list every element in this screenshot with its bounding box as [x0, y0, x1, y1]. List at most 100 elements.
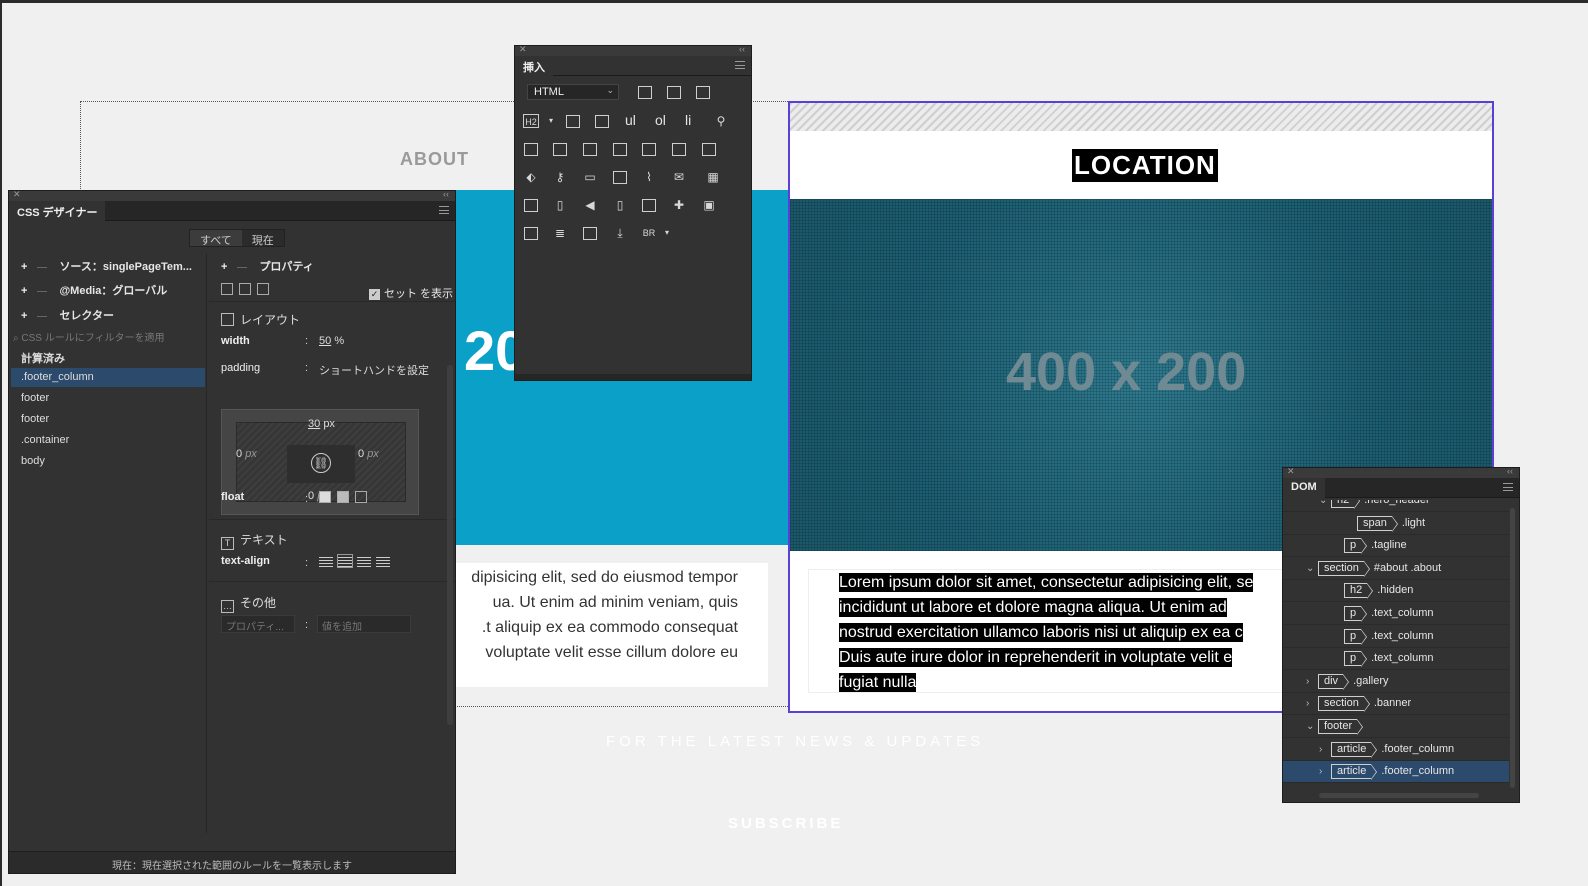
chevron-down-icon[interactable]: ▾ [659, 226, 675, 240]
panel-titlebar[interactable]: ✕ ‹‹ [1283, 466, 1519, 478]
padding-left-value[interactable]: 0 px [236, 448, 257, 460]
selector-filter-input[interactable]: ⌕ CSS ルールにフィルターを適用 [13, 329, 203, 345]
navigation-icon[interactable] [552, 142, 568, 156]
remove-selector-icon[interactable] [37, 315, 48, 317]
image-icon[interactable] [666, 85, 682, 99]
script-icon[interactable] [637, 85, 653, 99]
script-file-icon[interactable]: ⌇ [641, 170, 657, 184]
checkbox-checked-icon[interactable]: ✓ [369, 289, 380, 300]
text-category-icon[interactable] [239, 283, 251, 296]
expand-toggle-icon[interactable]: › [1319, 766, 1331, 777]
scrollbar[interactable] [447, 365, 453, 725]
float-right-icon[interactable] [337, 491, 349, 504]
dom-tree-row[interactable]: › section .banner [1283, 693, 1509, 716]
dom-tree-row[interactable]: ⌄ footer [1283, 716, 1509, 738]
width-unit[interactable]: % [334, 335, 344, 347]
list-item-icon[interactable]: li [685, 112, 691, 128]
padding-shorthand[interactable]: ショートハンドを設定 [319, 362, 429, 378]
sources-row[interactable]: + ソース：singlePageTem... [21, 258, 192, 274]
padding-top-value[interactable]: 30 px [308, 418, 335, 430]
remove-source-icon[interactable] [37, 266, 48, 268]
align-left-icon[interactable] [319, 555, 333, 568]
float-none-icon[interactable] [355, 491, 367, 504]
close-icon[interactable]: ✕ [13, 189, 21, 200]
image-rollover-icon[interactable]: ▣ [701, 198, 717, 212]
add-media-icon[interactable]: + [21, 285, 27, 297]
panel-menu-icon[interactable] [735, 61, 745, 69]
figure-icon[interactable] [594, 114, 610, 128]
media-row[interactable]: + @Media：グローバル [21, 282, 167, 298]
section-icon[interactable] [671, 142, 687, 156]
hyperlink-icon[interactable]: ⚲ [713, 114, 729, 128]
width-number[interactable]: 50 [319, 335, 331, 347]
horizontal-scrollbar[interactable] [1319, 793, 1479, 798]
dom-tree-row[interactable]: p .tagline [1283, 535, 1509, 558]
computed-item[interactable]: 計算済み [11, 347, 205, 366]
tab-insert[interactable]: 挿入 [515, 56, 553, 76]
dom-tree-row[interactable]: p .text_column [1283, 603, 1509, 625]
dom-tree-row[interactable]: p .text_column [1283, 648, 1509, 671]
puzzle-icon[interactable]: ✚ [671, 198, 687, 212]
flash-icon[interactable]: ▯ [612, 198, 628, 212]
collapse-icon[interactable]: ‹‹ [1507, 466, 1513, 476]
css-designer-panel[interactable]: ✕ ‹‹ CSS デザイナー すべて 現在 + ソース：singlePageTem… [8, 189, 456, 874]
close-icon[interactable]: ✕ [1287, 466, 1295, 477]
dom-tree-row[interactable]: p .text_column [1283, 626, 1509, 648]
collapse-icon[interactable]: ‹‹ [739, 44, 745, 54]
align-center-icon[interactable] [337, 554, 353, 569]
tab-css-designer[interactable]: CSS デザイナー [9, 201, 106, 221]
collapse-icon[interactable]: ‹‹ [443, 189, 449, 199]
subscribe-button[interactable]: SUBSCRIBE [728, 815, 843, 832]
horizontal-rule-icon[interactable]: ≣ [552, 226, 568, 240]
selector-item[interactable]: footer [11, 410, 205, 429]
selector-item[interactable]: footer [11, 389, 205, 408]
expand-toggle-icon[interactable]: › [1319, 744, 1331, 755]
dom-tree-row[interactable]: span .light [1283, 513, 1509, 535]
download-icon[interactable]: ⤓ [612, 226, 628, 240]
dom-tree-row[interactable]: › div .gallery [1283, 671, 1509, 693]
width-value[interactable]: 50 % [319, 335, 344, 347]
dom-tree-row[interactable]: ⌄ h2 .hero_header [1283, 500, 1509, 512]
header-icon[interactable] [523, 142, 539, 156]
selector-item[interactable]: body [11, 452, 205, 471]
remove-media-icon[interactable] [37, 290, 48, 292]
property-name-input[interactable]: プロパティ... [221, 615, 295, 633]
ordered-list-icon[interactable]: ol [655, 112, 666, 128]
selectors-row[interactable]: + セレクター [21, 307, 114, 323]
add-source-icon[interactable]: + [21, 261, 27, 273]
meta-icon[interactable] [612, 170, 628, 184]
dom-tree[interactable]: ⌄ h2 .hero_header span .light p .tagline ⌄ secti… [1283, 500, 1509, 792]
location-heading[interactable]: LOCATION [1072, 149, 1218, 182]
video-icon[interactable]: ▦ [705, 170, 721, 184]
panel-titlebar[interactable]: ✕ ‹‹ [515, 44, 751, 56]
date-icon[interactable] [582, 226, 598, 240]
panel-menu-icon[interactable] [1503, 483, 1513, 491]
insert-panel[interactable]: ✕ ‹‹ 挿入 HTML ⌄ H2 ▾ ul ol li ⚲ ⬖ ⚷ ▭ ⌇ ✉… [514, 44, 752, 381]
layout-category-icon[interactable] [221, 283, 233, 296]
key-icon[interactable]: ⚷ [552, 170, 568, 184]
paragraph-icon[interactable] [695, 85, 711, 99]
dom-tree-row[interactable]: ⌄ section #about .about [1283, 558, 1509, 580]
link-values-icon[interactable]: ⛓ [311, 453, 331, 473]
insert-category-select[interactable]: HTML ⌄ [527, 84, 619, 100]
expand-toggle-icon[interactable]: ⌄ [1306, 721, 1318, 732]
align-justify-icon[interactable] [376, 555, 390, 568]
file-icon[interactable]: ▯ [552, 198, 568, 212]
comment-icon[interactable]: ▭ [582, 170, 598, 184]
about-paragraph[interactable]: dipisicing elit, sed do eiusmod tempor u… [456, 563, 768, 687]
close-icon[interactable]: ✕ [519, 44, 527, 55]
tab-all[interactable]: すべて [190, 230, 242, 247]
table-icon[interactable] [565, 114, 581, 128]
tab-current[interactable]: 現在 [242, 230, 284, 247]
dom-tree-row[interactable]: h2 .hidden [1283, 580, 1509, 603]
float-left-icon[interactable] [319, 491, 331, 504]
iframe-icon[interactable] [523, 226, 539, 240]
footer-icon[interactable] [701, 142, 717, 156]
dom-panel[interactable]: ✕ ‹‹ DOM ⌄ h2 .hero_header span .light p .tagl… [1282, 466, 1520, 803]
align-right-icon[interactable] [357, 555, 371, 568]
email-icon[interactable]: ✉ [671, 170, 687, 184]
remove-property-icon[interactable] [237, 266, 248, 268]
dom-tree-row[interactable]: › article .footer_column [1283, 739, 1509, 761]
expand-toggle-icon[interactable]: › [1306, 676, 1318, 687]
unordered-list-icon[interactable]: ul [625, 112, 636, 128]
